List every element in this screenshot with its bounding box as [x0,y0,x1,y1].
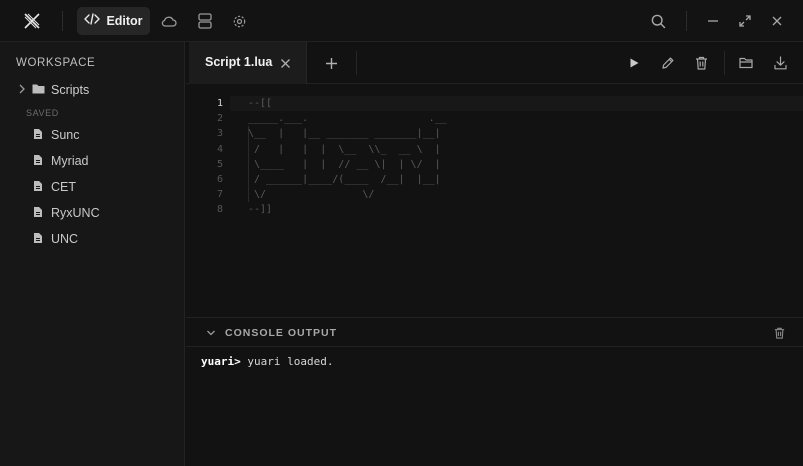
saved-item-label: CET [51,180,76,194]
play-icon[interactable] [626,55,642,71]
file-icon [33,154,43,169]
download-icon[interactable] [772,55,788,71]
app-logo-icon[interactable] [22,11,42,31]
layout-icon[interactable] [196,12,214,30]
code-lines: --[[ _____.___. .__ \__ | |__ _______ __… [248,96,447,218]
code-line: _____.___. .__ [248,113,447,125]
tab-editor[interactable]: Editor [77,7,150,35]
editor-tab-bar: Script 1.lua [186,42,803,84]
folder-scripts[interactable]: Scripts [18,81,89,99]
top-bar: Editor [0,0,803,42]
line-number-gutter: 1 2 3 4 5 6 7 8 [186,96,223,218]
cloud-icon[interactable] [160,12,178,30]
saved-item-label: UNC [51,232,79,246]
divider [724,51,725,75]
console-prompt: yuari> [201,355,241,368]
close-tab-icon[interactable] [278,56,292,70]
maximize-icon[interactable] [736,12,754,30]
code-line: / ______|____/(____ /__| |__| [248,173,441,185]
saved-item[interactable]: RyxUNC [33,205,100,221]
saved-item[interactable]: Sunc [33,127,80,143]
saved-item-label: RyxUNC [51,206,100,220]
file-icon [33,232,43,247]
tab-script-file[interactable]: Script 1.lua [189,42,307,84]
console-title: CONSOLE OUTPUT [225,327,338,339]
saved-item[interactable]: UNC [33,231,78,247]
workspace-title: WORKSPACE [16,57,96,69]
file-icon [33,128,43,143]
line-number: 4 [216,143,223,155]
search-icon[interactable] [649,12,667,30]
code-line: / | | | \__ \\_ __ \ | [248,143,441,155]
console-header[interactable]: CONSOLE OUTPUT [186,318,803,347]
tab-script-file-label: Script 1.lua [205,55,273,69]
chevron-down-icon[interactable] [205,327,217,339]
line-number: 7 [216,189,223,201]
code-line: \/ \/ [248,189,375,201]
chevron-right-icon [18,83,26,97]
code-line: \__ | |__ _______ _______|__| [248,128,441,140]
line-number: 2 [216,113,223,125]
line-number: 6 [216,173,223,185]
console-message: yuari loaded. [240,355,334,368]
saved-item-label: Myriad [51,154,89,168]
divider [356,51,357,75]
minimize-icon[interactable] [704,12,722,30]
divider [686,11,687,31]
code-icon [84,12,101,30]
gear-icon[interactable] [230,12,248,30]
line-number: 1 [216,98,223,109]
console-log-line: yuari> yuari loaded. [201,355,333,368]
folder-open-icon[interactable] [738,55,754,71]
trash-icon[interactable] [693,55,709,71]
line-number: 3 [216,128,223,140]
close-icon[interactable] [768,12,786,30]
code-line: \____ | | // __ \| | \/ | [248,158,441,170]
pencil-icon[interactable] [660,55,676,71]
folder-label: Scripts [51,83,90,97]
sidebar: WORKSPACE Scripts SAVED Sunc Myriad CET … [0,42,185,466]
saved-item-label: Sunc [51,128,80,142]
saved-item[interactable]: CET [33,179,76,195]
line-number: 5 [216,158,223,170]
saved-title: SAVED [26,108,59,118]
console-panel: CONSOLE OUTPUT yuari> yuari loaded. [186,317,803,466]
file-icon [33,206,43,221]
code-line: --[[ [248,98,273,109]
line-number: 8 [216,204,223,216]
file-icon [33,180,43,195]
code-editor[interactable]: 1 2 3 4 5 6 7 8 --[[ _____.___. .__ \__ … [186,85,803,317]
saved-item[interactable]: Myriad [33,153,89,169]
add-tab-icon[interactable] [323,55,339,71]
folder-icon [32,83,45,97]
code-line: --]] [248,204,273,216]
tab-editor-label: Editor [106,14,143,28]
clear-console-icon[interactable] [772,326,786,340]
divider [62,11,63,31]
